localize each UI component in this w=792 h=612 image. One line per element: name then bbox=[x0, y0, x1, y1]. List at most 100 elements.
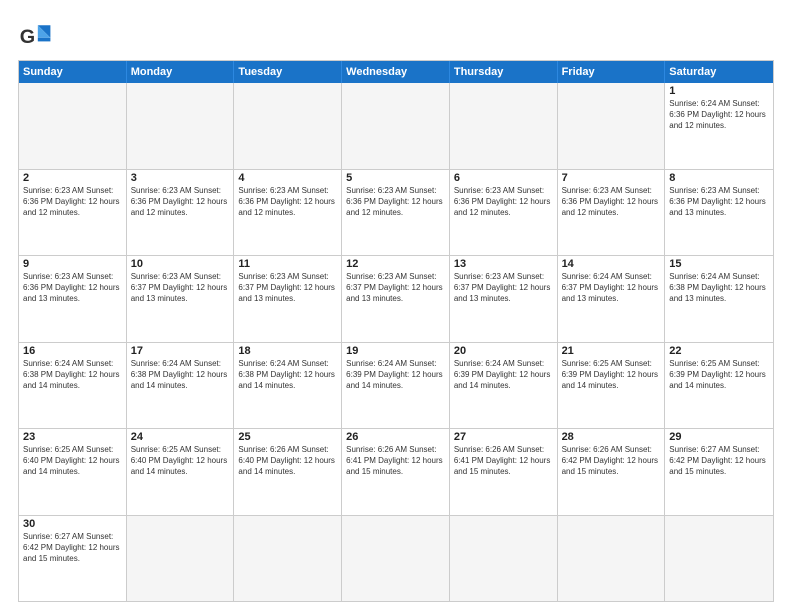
cal-cell: 2Sunrise: 6:23 AM Sunset: 6:36 PM Daylig… bbox=[19, 170, 127, 256]
calendar-body: 1Sunrise: 6:24 AM Sunset: 6:36 PM Daylig… bbox=[19, 83, 773, 601]
cal-cell: 22Sunrise: 6:25 AM Sunset: 6:39 PM Dayli… bbox=[665, 343, 773, 429]
cal-cell bbox=[450, 83, 558, 169]
cell-info: Sunrise: 6:27 AM Sunset: 6:42 PM Dayligh… bbox=[23, 531, 122, 565]
day-number: 1 bbox=[669, 85, 769, 97]
day-number: 10 bbox=[131, 258, 230, 270]
cell-info: Sunrise: 6:24 AM Sunset: 6:36 PM Dayligh… bbox=[669, 98, 769, 132]
cal-cell: 5Sunrise: 6:23 AM Sunset: 6:36 PM Daylig… bbox=[342, 170, 450, 256]
cell-info: Sunrise: 6:23 AM Sunset: 6:36 PM Dayligh… bbox=[346, 185, 445, 219]
cell-info: Sunrise: 6:26 AM Sunset: 6:40 PM Dayligh… bbox=[238, 444, 337, 478]
cell-info: Sunrise: 6:24 AM Sunset: 6:38 PM Dayligh… bbox=[669, 271, 769, 305]
cal-cell: 20Sunrise: 6:24 AM Sunset: 6:39 PM Dayli… bbox=[450, 343, 558, 429]
cal-cell bbox=[234, 83, 342, 169]
cell-info: Sunrise: 6:24 AM Sunset: 6:39 PM Dayligh… bbox=[346, 358, 445, 392]
cal-cell bbox=[558, 83, 666, 169]
day-number: 21 bbox=[562, 345, 661, 357]
cell-info: Sunrise: 6:23 AM Sunset: 6:37 PM Dayligh… bbox=[131, 271, 230, 305]
cell-info: Sunrise: 6:26 AM Sunset: 6:42 PM Dayligh… bbox=[562, 444, 661, 478]
cal-cell: 1Sunrise: 6:24 AM Sunset: 6:36 PM Daylig… bbox=[665, 83, 773, 169]
day-number: 7 bbox=[562, 172, 661, 184]
cell-info: Sunrise: 6:23 AM Sunset: 6:37 PM Dayligh… bbox=[454, 271, 553, 305]
cal-cell: 13Sunrise: 6:23 AM Sunset: 6:37 PM Dayli… bbox=[450, 256, 558, 342]
day-number: 19 bbox=[346, 345, 445, 357]
cell-info: Sunrise: 6:23 AM Sunset: 6:36 PM Dayligh… bbox=[669, 185, 769, 219]
cell-info: Sunrise: 6:25 AM Sunset: 6:39 PM Dayligh… bbox=[562, 358, 661, 392]
day-number: 16 bbox=[23, 345, 122, 357]
day-number: 29 bbox=[669, 431, 769, 443]
day-number: 8 bbox=[669, 172, 769, 184]
day-number: 15 bbox=[669, 258, 769, 270]
day-number: 11 bbox=[238, 258, 337, 270]
day-number: 25 bbox=[238, 431, 337, 443]
cell-info: Sunrise: 6:25 AM Sunset: 6:40 PM Dayligh… bbox=[23, 444, 122, 478]
cell-info: Sunrise: 6:23 AM Sunset: 6:37 PM Dayligh… bbox=[238, 271, 337, 305]
cell-info: Sunrise: 6:24 AM Sunset: 6:37 PM Dayligh… bbox=[562, 271, 661, 305]
cell-info: Sunrise: 6:27 AM Sunset: 6:42 PM Dayligh… bbox=[669, 444, 769, 478]
cal-cell: 17Sunrise: 6:24 AM Sunset: 6:38 PM Dayli… bbox=[127, 343, 235, 429]
day-number: 18 bbox=[238, 345, 337, 357]
cal-cell bbox=[127, 83, 235, 169]
cal-cell: 27Sunrise: 6:26 AM Sunset: 6:41 PM Dayli… bbox=[450, 429, 558, 515]
cal-cell: 15Sunrise: 6:24 AM Sunset: 6:38 PM Dayli… bbox=[665, 256, 773, 342]
cal-cell: 24Sunrise: 6:25 AM Sunset: 6:40 PM Dayli… bbox=[127, 429, 235, 515]
cal-cell: 29Sunrise: 6:27 AM Sunset: 6:42 PM Dayli… bbox=[665, 429, 773, 515]
cal-cell: 19Sunrise: 6:24 AM Sunset: 6:39 PM Dayli… bbox=[342, 343, 450, 429]
day-number: 14 bbox=[562, 258, 661, 270]
header-day-thursday: Thursday bbox=[450, 61, 558, 83]
cell-info: Sunrise: 6:24 AM Sunset: 6:38 PM Dayligh… bbox=[238, 358, 337, 392]
cal-cell: 30Sunrise: 6:27 AM Sunset: 6:42 PM Dayli… bbox=[19, 516, 127, 602]
day-number: 22 bbox=[669, 345, 769, 357]
cal-cell: 23Sunrise: 6:25 AM Sunset: 6:40 PM Dayli… bbox=[19, 429, 127, 515]
header-day-tuesday: Tuesday bbox=[234, 61, 342, 83]
day-number: 5 bbox=[346, 172, 445, 184]
cal-cell bbox=[234, 516, 342, 602]
cal-cell bbox=[342, 516, 450, 602]
day-number: 12 bbox=[346, 258, 445, 270]
day-number: 3 bbox=[131, 172, 230, 184]
header: G bbox=[18, 18, 774, 54]
day-number: 4 bbox=[238, 172, 337, 184]
day-number: 23 bbox=[23, 431, 122, 443]
day-number: 6 bbox=[454, 172, 553, 184]
week-row-2: 9Sunrise: 6:23 AM Sunset: 6:36 PM Daylig… bbox=[19, 255, 773, 342]
cell-info: Sunrise: 6:23 AM Sunset: 6:36 PM Dayligh… bbox=[562, 185, 661, 219]
cell-info: Sunrise: 6:24 AM Sunset: 6:38 PM Dayligh… bbox=[131, 358, 230, 392]
day-number: 20 bbox=[454, 345, 553, 357]
cal-cell: 18Sunrise: 6:24 AM Sunset: 6:38 PM Dayli… bbox=[234, 343, 342, 429]
cal-cell: 6Sunrise: 6:23 AM Sunset: 6:36 PM Daylig… bbox=[450, 170, 558, 256]
week-row-1: 2Sunrise: 6:23 AM Sunset: 6:36 PM Daylig… bbox=[19, 169, 773, 256]
cell-info: Sunrise: 6:23 AM Sunset: 6:36 PM Dayligh… bbox=[23, 185, 122, 219]
logo-icon: G bbox=[18, 18, 54, 54]
cal-cell bbox=[342, 83, 450, 169]
cell-info: Sunrise: 6:23 AM Sunset: 6:36 PM Dayligh… bbox=[238, 185, 337, 219]
logo: G bbox=[18, 18, 60, 54]
cal-cell: 11Sunrise: 6:23 AM Sunset: 6:37 PM Dayli… bbox=[234, 256, 342, 342]
day-number: 13 bbox=[454, 258, 553, 270]
svg-text:G: G bbox=[20, 26, 35, 48]
header-day-monday: Monday bbox=[127, 61, 235, 83]
header-day-sunday: Sunday bbox=[19, 61, 127, 83]
cal-cell: 25Sunrise: 6:26 AM Sunset: 6:40 PM Dayli… bbox=[234, 429, 342, 515]
cell-info: Sunrise: 6:23 AM Sunset: 6:36 PM Dayligh… bbox=[454, 185, 553, 219]
cal-cell bbox=[19, 83, 127, 169]
day-number: 2 bbox=[23, 172, 122, 184]
cal-cell: 10Sunrise: 6:23 AM Sunset: 6:37 PM Dayli… bbox=[127, 256, 235, 342]
calendar-header: SundayMondayTuesdayWednesdayThursdayFrid… bbox=[19, 61, 773, 83]
cal-cell: 14Sunrise: 6:24 AM Sunset: 6:37 PM Dayli… bbox=[558, 256, 666, 342]
cal-cell bbox=[665, 516, 773, 602]
page: G SundayMondayTuesdayWednesdayThursdayFr… bbox=[0, 0, 792, 612]
header-day-wednesday: Wednesday bbox=[342, 61, 450, 83]
cell-info: Sunrise: 6:24 AM Sunset: 6:39 PM Dayligh… bbox=[454, 358, 553, 392]
day-number: 26 bbox=[346, 431, 445, 443]
cal-cell: 4Sunrise: 6:23 AM Sunset: 6:36 PM Daylig… bbox=[234, 170, 342, 256]
day-number: 24 bbox=[131, 431, 230, 443]
day-number: 28 bbox=[562, 431, 661, 443]
cell-info: Sunrise: 6:23 AM Sunset: 6:37 PM Dayligh… bbox=[346, 271, 445, 305]
cell-info: Sunrise: 6:25 AM Sunset: 6:40 PM Dayligh… bbox=[131, 444, 230, 478]
day-number: 27 bbox=[454, 431, 553, 443]
week-row-3: 16 Sunrise: 6:24 AM Sunset: 6:38 PM Dayli… bbox=[19, 342, 773, 429]
cell-info: Sunrise: 6:23 AM Sunset: 6:36 PM Dayligh… bbox=[23, 271, 122, 305]
cal-cell bbox=[450, 516, 558, 602]
cal-cell: 21Sunrise: 6:25 AM Sunset: 6:39 PM Dayli… bbox=[558, 343, 666, 429]
cal-cell: 26Sunrise: 6:26 AM Sunset: 6:41 PM Dayli… bbox=[342, 429, 450, 515]
